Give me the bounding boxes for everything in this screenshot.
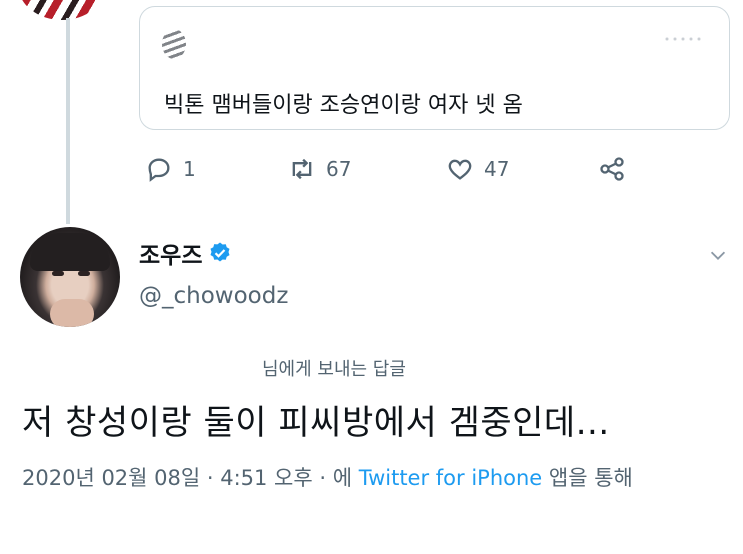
tweet-source-link[interactable]: Twitter for iPhone <box>359 466 543 490</box>
reply-to-label: 님에게 보내는 답글 <box>262 359 406 380</box>
quoted-tweet-text: 빅톤 맴버들이랑 조승연이랑 여자 넷 옴 <box>164 93 523 118</box>
previous-author-avatar[interactable] <box>18 0 106 20</box>
tweet-source-suffix: 앱을 통해 <box>542 466 633 490</box>
share-button[interactable] <box>598 154 626 184</box>
quoted-author-name-redacted <box>663 35 703 43</box>
tweet-metadata: 2020년 02월 08일 · 4:51 오후 · 에 Twitter for … <box>22 460 737 496</box>
like-icon <box>448 159 472 180</box>
quoted-tweet-card[interactable]: 빅톤 맴버들이랑 조승연이랑 여자 넷 옴 <box>139 6 730 130</box>
thread-connector-line <box>66 18 70 224</box>
share-icon <box>600 157 624 181</box>
avatar-hand <box>50 299 94 327</box>
retweet-icon <box>292 158 312 180</box>
tweet-timestamp[interactable]: 2020년 02월 08일 · 4:51 오후 · 에 <box>22 466 359 490</box>
quoted-author-avatar <box>162 29 186 59</box>
retweet-button[interactable]: 67 <box>288 154 351 184</box>
reply-count: 1 <box>183 157 196 181</box>
author-avatar[interactable] <box>20 227 120 327</box>
author-display-name[interactable]: 조우즈 <box>139 236 232 270</box>
reply-icon <box>148 158 170 182</box>
verified-badge-icon <box>210 242 230 262</box>
author-display-name-text: 조우즈 <box>139 243 203 269</box>
like-count: 47 <box>484 157 510 181</box>
tweet-text: 저 창성이랑 둘이 피씨방에서 겜중인데... <box>22 403 610 443</box>
author-handle[interactable]: @_chowoodz <box>139 283 288 309</box>
retweet-count: 67 <box>326 157 352 181</box>
reply-button[interactable]: 1 <box>145 154 196 184</box>
avatar-eye <box>52 271 64 276</box>
like-button[interactable]: 47 <box>446 154 509 184</box>
chevron-down-icon[interactable] <box>707 244 729 266</box>
avatar-eye <box>78 271 90 276</box>
avatar-hair <box>30 233 110 271</box>
